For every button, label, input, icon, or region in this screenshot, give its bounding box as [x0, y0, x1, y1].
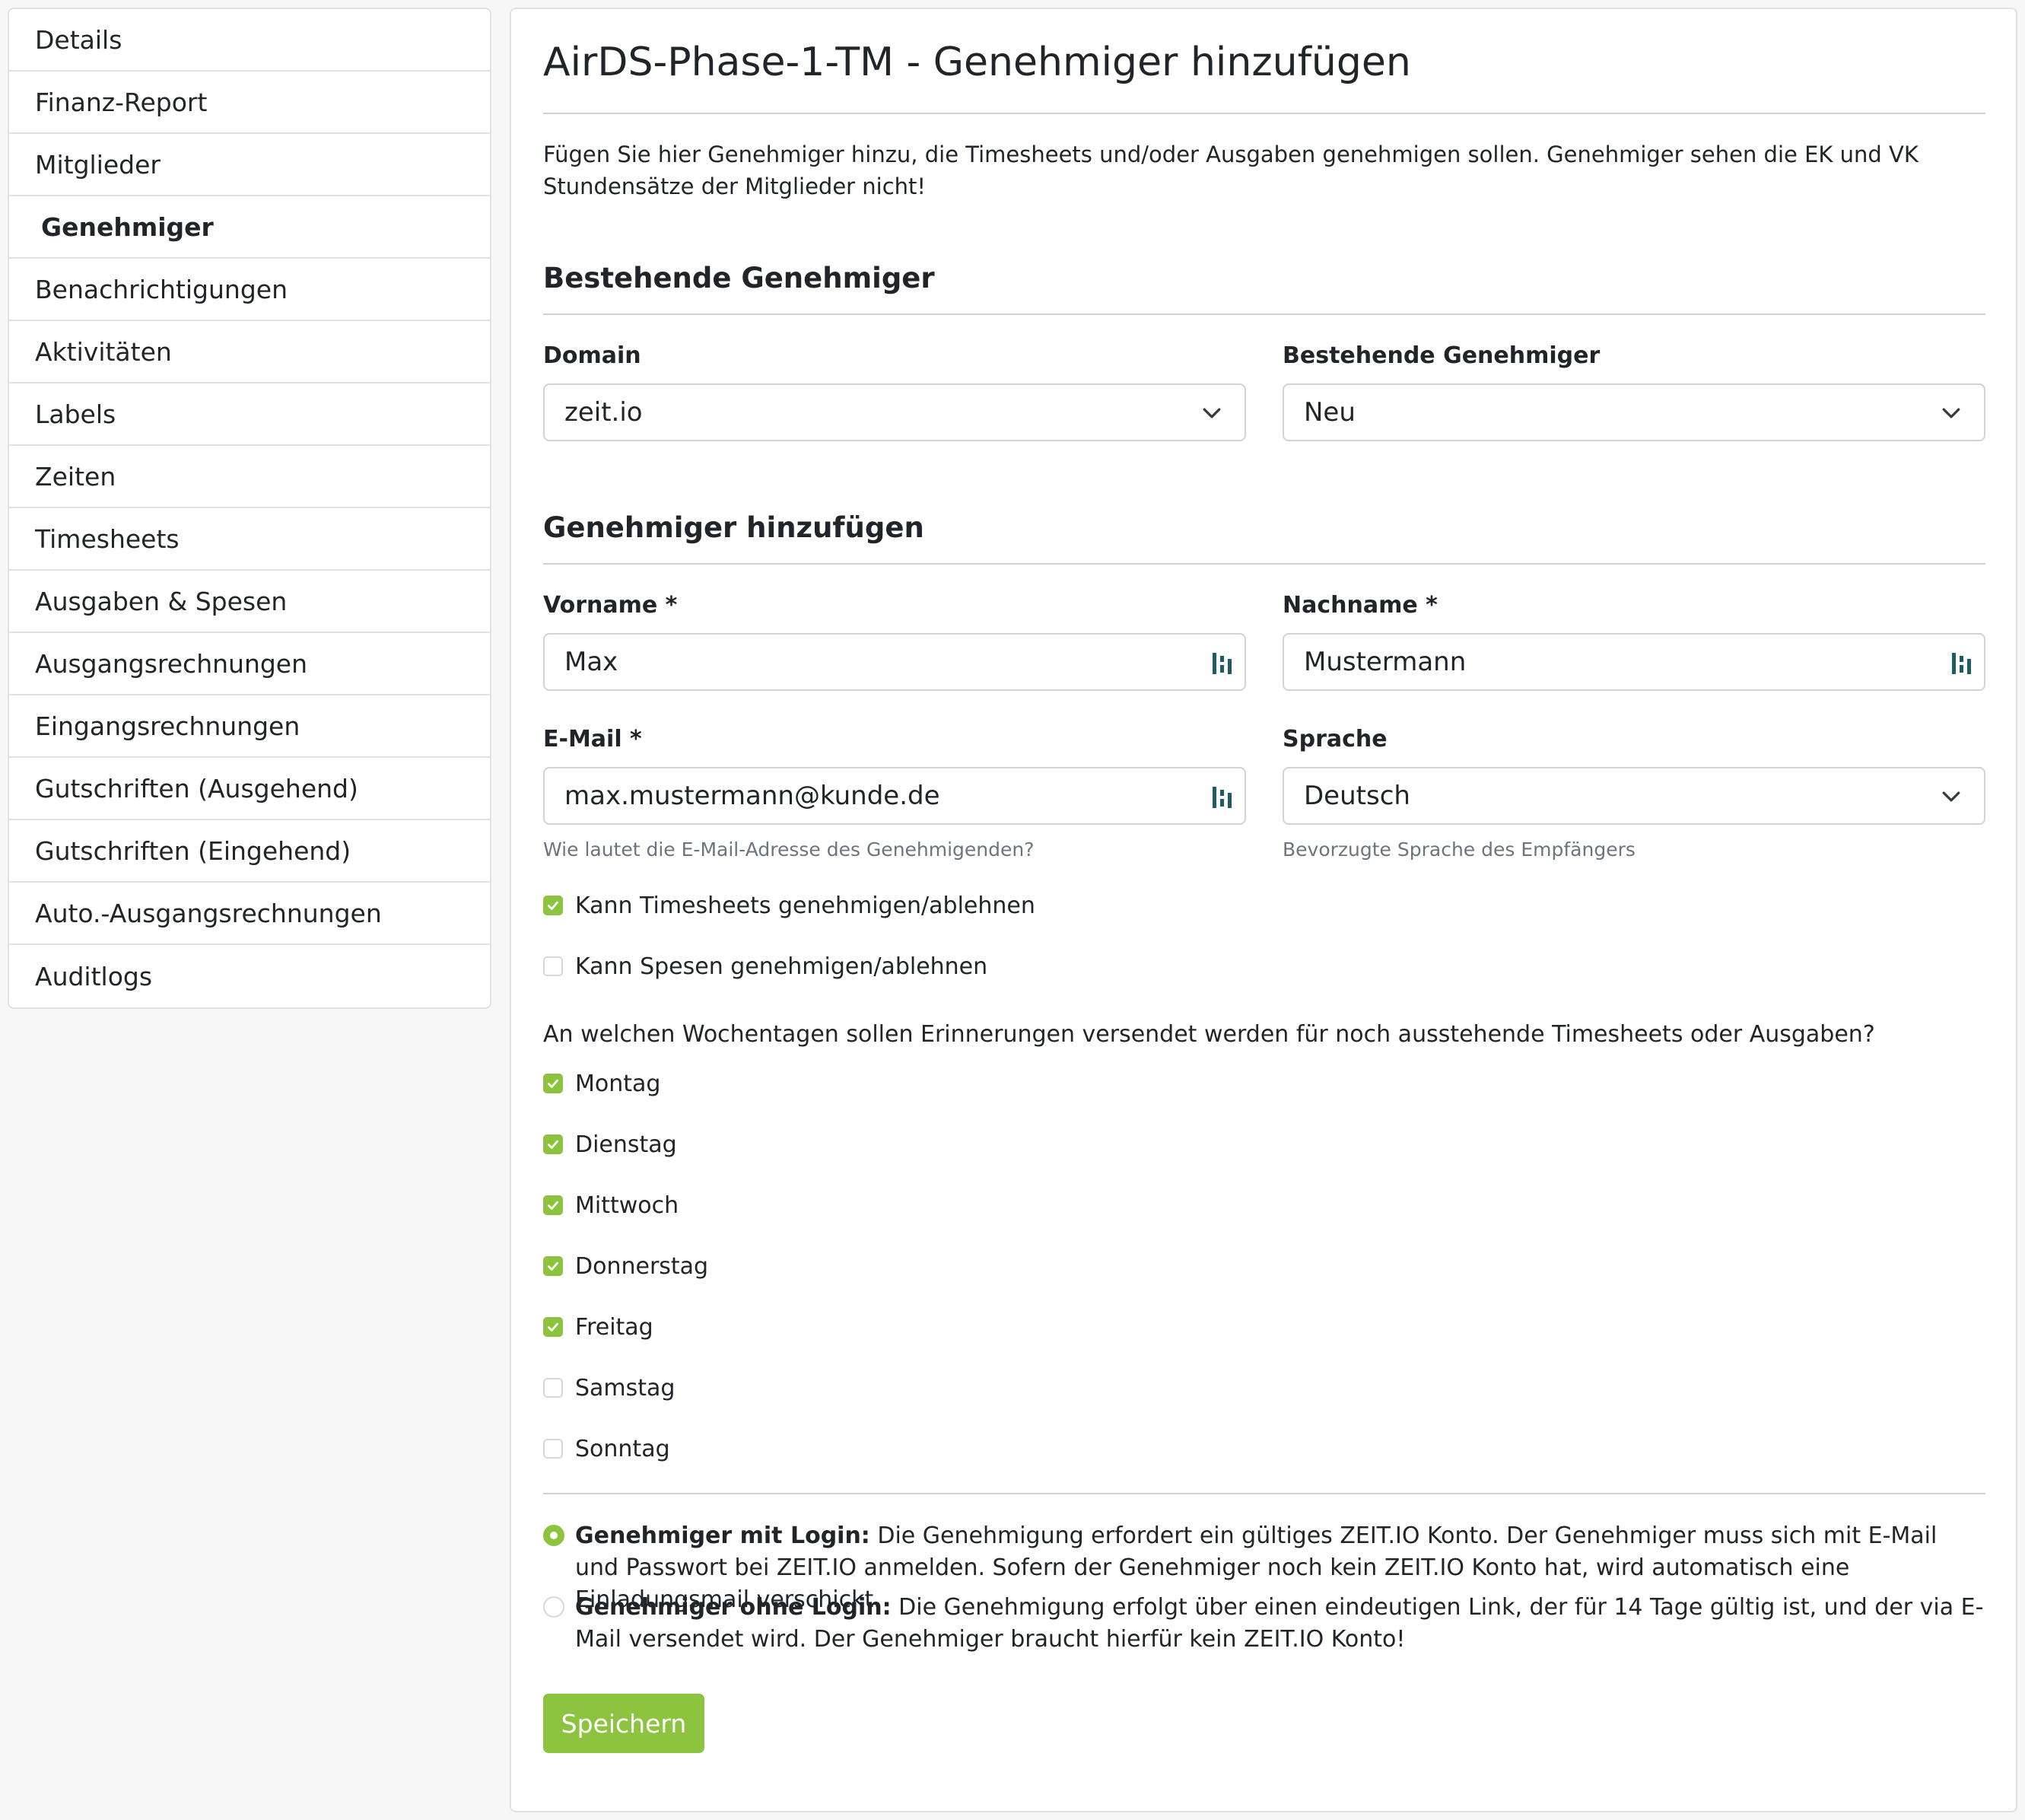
weekday-freitag-checkbox[interactable]: Freitag — [543, 1312, 653, 1342]
sidebar-item-finanz-report[interactable]: Finanz-Report — [9, 72, 490, 134]
divider — [543, 563, 1985, 565]
keypass-icon[interactable] — [1213, 651, 1232, 676]
weekday-mittwoch-checkbox[interactable]: Mittwoch — [543, 1190, 679, 1220]
checkbox-label: Dienstag — [575, 1131, 677, 1158]
sidebar-item-benachrichtigungen[interactable]: Benachrichtigungen — [9, 259, 490, 321]
divider — [543, 313, 1985, 315]
check-icon — [548, 1140, 558, 1149]
checkbox[interactable] — [543, 896, 563, 915]
check-icon — [548, 1079, 558, 1088]
domain-select-value: zeit.io — [564, 397, 643, 428]
email-input-value: max.mustermann@kunde.de — [564, 781, 940, 811]
checkbox-label: Mittwoch — [575, 1192, 679, 1219]
weekday-donnerstag-checkbox[interactable]: Donnerstag — [543, 1251, 708, 1281]
firstname-label: Vorname * — [543, 592, 678, 619]
checkbox-label: Montag — [575, 1070, 661, 1097]
checkbox-label: Kann Spesen genehmigen/ablehnen — [575, 953, 988, 980]
sidebar-item-eingangsrechnungen[interactable]: Eingangsrechnungen — [9, 695, 490, 758]
weekday-dienstag-checkbox[interactable]: Dienstag — [543, 1129, 677, 1160]
check-icon — [548, 1201, 558, 1210]
checkbox[interactable] — [543, 1439, 563, 1459]
checkbox[interactable] — [543, 1317, 563, 1337]
sidebar-item-gutschriften-eingehend[interactable]: Gutschriften (Eingehend) — [9, 820, 490, 883]
divider — [543, 1493, 1985, 1494]
language-select[interactable]: Deutsch — [1283, 767, 1985, 825]
language-help: Bevorzugte Sprache des Empfängers — [1283, 838, 1636, 861]
domain-select[interactable]: zeit.io — [543, 383, 1246, 441]
divider — [543, 113, 1985, 114]
radio-label-title: Genehmiger mit Login: — [575, 1522, 870, 1549]
checkbox-label: Samstag — [575, 1374, 676, 1402]
radio-label-title: Genehmiger ohne Login: — [575, 1594, 892, 1621]
permission-expenses-checkbox[interactable]: Kann Spesen genehmigen/ablehnen — [543, 951, 987, 982]
check-icon — [548, 901, 558, 910]
weekday-sonntag-checkbox[interactable]: Sonntag — [543, 1433, 670, 1464]
checkbox-label: Freitag — [575, 1313, 653, 1341]
sidebar-item-timesheets[interactable]: Timesheets — [9, 508, 490, 571]
chevron-down-icon — [1942, 791, 1960, 802]
check-icon — [548, 1322, 558, 1332]
firstname-input[interactable]: Max — [543, 633, 1246, 691]
chevron-down-icon — [1942, 408, 1960, 418]
sidebar-item-aktivitaeten[interactable]: Aktivitäten — [9, 321, 490, 383]
checkbox[interactable] — [543, 1195, 563, 1215]
sidebar-item-details[interactable]: Details — [9, 9, 490, 72]
sidebar-item-labels[interactable]: Labels — [9, 383, 490, 446]
sidebar-item-mitglieder[interactable]: Mitglieder — [9, 134, 490, 196]
intro-text: Fügen Sie hier Genehmiger hinzu, die Tim… — [543, 142, 1919, 199]
weekday-samstag-checkbox[interactable]: Samstag — [543, 1373, 675, 1403]
checkbox-label: Donnerstag — [575, 1252, 709, 1280]
reminder-question: An welchen Wochentagen sollen Erinnerung… — [543, 1021, 1875, 1048]
email-label: E-Mail * — [543, 726, 642, 752]
sidebar-item-auditlogs[interactable]: Auditlogs — [9, 945, 490, 1007]
domain-label: Domain — [543, 342, 641, 369]
checkbox-label: Sonntag — [575, 1435, 670, 1462]
checkbox[interactable] — [543, 1256, 563, 1276]
checkbox[interactable] — [543, 956, 563, 976]
lastname-input-value: Mustermann — [1304, 647, 1467, 677]
firstname-input-value: Max — [564, 647, 618, 677]
existing-approver-select-value: Neu — [1304, 397, 1356, 428]
radio-button[interactable] — [543, 1525, 564, 1546]
keypass-icon[interactable] — [1952, 651, 1972, 676]
checkbox[interactable] — [543, 1378, 563, 1398]
keypass-icon[interactable] — [1213, 785, 1232, 810]
email-help: Wie lautet die E-Mail-Adresse des Genehm… — [543, 838, 1035, 861]
existing-approver-select[interactable]: Neu — [1283, 383, 1985, 441]
sidebar-item-genehmiger[interactable]: Genehmiger — [9, 196, 490, 259]
add-approver-heading: Genehmiger hinzufügen — [543, 511, 924, 544]
main-panel: AirDS-Phase-1-TM - Genehmiger hinzufügen… — [510, 8, 2017, 1812]
weekday-montag-checkbox[interactable]: Montag — [543, 1068, 660, 1099]
sidebar-item-zeiten[interactable]: Zeiten — [9, 446, 490, 508]
language-select-value: Deutsch — [1304, 781, 1410, 811]
sidebar-nav: Details Finanz-Report Mitglieder Genehmi… — [8, 8, 491, 1009]
lastname-input[interactable]: Mustermann — [1283, 633, 1985, 691]
page-title: AirDS-Phase-1-TM - Genehmiger hinzufügen — [543, 40, 1411, 85]
sidebar-item-ausgaben-spesen[interactable]: Ausgaben & Spesen — [9, 571, 490, 633]
checkbox-label: Kann Timesheets genehmigen/ablehnen — [575, 892, 1035, 919]
radio-label: Genehmiger ohne Login: Die Genehmigung e… — [575, 1592, 1985, 1656]
permission-timesheets-checkbox[interactable]: Kann Timesheets genehmigen/ablehnen — [543, 890, 1035, 921]
sidebar-item-ausgangsrechnungen[interactable]: Ausgangsrechnungen — [9, 633, 490, 695]
sidebar-item-auto-ausgangsrechnungen[interactable]: Auto.-Ausgangsrechnungen — [9, 883, 490, 945]
email-input[interactable]: max.mustermann@kunde.de — [543, 767, 1246, 825]
login-option-without-login[interactable]: Genehmiger ohne Login: Die Genehmigung e… — [543, 1592, 1985, 1656]
check-icon — [548, 1262, 558, 1271]
language-label: Sprache — [1283, 726, 1388, 752]
checkbox[interactable] — [543, 1134, 563, 1154]
chevron-down-icon — [1203, 408, 1221, 418]
radio-button[interactable] — [543, 1596, 564, 1618]
save-button[interactable]: Speichern — [543, 1694, 704, 1753]
checkbox[interactable] — [543, 1074, 563, 1093]
existing-approvers-heading: Bestehende Genehmiger — [543, 262, 935, 294]
sidebar-item-gutschriften-ausgehend[interactable]: Gutschriften (Ausgehend) — [9, 758, 490, 820]
existing-approver-label: Bestehende Genehmiger — [1283, 342, 1601, 369]
lastname-label: Nachname * — [1283, 592, 1438, 619]
